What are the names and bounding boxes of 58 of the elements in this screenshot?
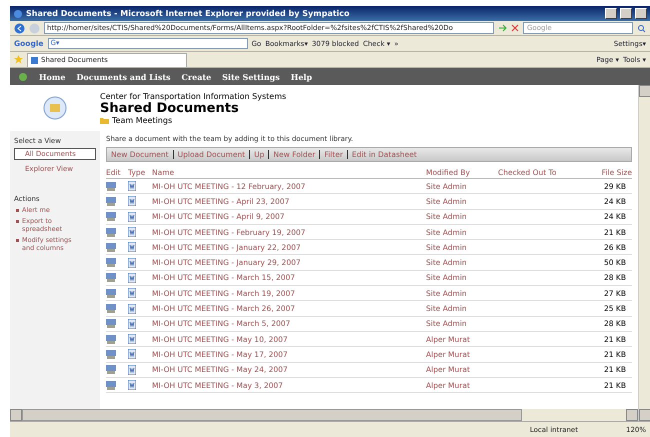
edit-icon[interactable]: [106, 258, 116, 268]
stop-icon[interactable]: [511, 24, 519, 32]
word-document-icon[interactable]: [128, 318, 136, 329]
edit-icon[interactable]: [106, 273, 116, 282]
close-button[interactable]: [635, 8, 647, 19]
star-icon[interactable]: [14, 55, 23, 64]
bullet-icon: [16, 220, 19, 223]
edit-icon[interactable]: [106, 228, 116, 237]
search-icon[interactable]: [637, 24, 646, 32]
word-document-icon[interactable]: [128, 212, 136, 222]
word-document-icon[interactable]: [128, 272, 136, 283]
nav-link[interactable]: Help: [290, 72, 312, 82]
site-name: Center for Transportation Information Systems: [100, 92, 286, 100]
word-document-icon[interactable]: [128, 196, 136, 206]
word-document-icon[interactable]: [128, 364, 136, 375]
nav-link[interactable]: Create: [182, 72, 212, 82]
folder-icon: [100, 116, 109, 124]
edit-icon[interactable]: [106, 212, 116, 222]
word-document-icon[interactable]: [128, 242, 136, 252]
refresh-icon[interactable]: [498, 24, 507, 32]
page-title: Shared Documents: [100, 100, 240, 116]
nav-link[interactable]: Documents and Lists: [76, 72, 171, 82]
word-document-icon[interactable]: [128, 349, 136, 360]
scroll-down-button[interactable]: [639, 409, 650, 421]
edit-icon[interactable]: [106, 350, 116, 359]
edit-icon[interactable]: [106, 304, 116, 314]
browser-logo-icon: [13, 8, 23, 18]
restore-button[interactable]: [620, 8, 632, 19]
bullet-icon: [16, 239, 19, 242]
folder-breadcrumb[interactable]: Team Meetings: [100, 116, 286, 124]
scrollbar-thumb[interactable]: [22, 409, 522, 421]
edit-icon[interactable]: [106, 182, 116, 191]
nav-link[interactable]: Site Settings: [222, 72, 280, 82]
site-logo-icon: [18, 72, 28, 82]
library-icon: [43, 96, 67, 120]
edit-icon[interactable]: [106, 365, 116, 374]
scroll-left-button[interactable]: [10, 409, 22, 421]
edit-icon[interactable]: [106, 334, 116, 344]
word-document-icon[interactable]: [128, 181, 136, 192]
window-title: Shared Documents - Microsoft Internet Explorer provided by Sympatico: [26, 9, 351, 18]
scroll-up-button[interactable]: [639, 85, 650, 97]
word-document-icon[interactable]: [128, 258, 136, 268]
minimize-button[interactable]: [605, 8, 617, 19]
nav-link[interactable]: Home: [39, 72, 66, 82]
word-document-icon[interactable]: [128, 227, 136, 238]
word-document-icon[interactable]: [128, 380, 136, 390]
scroll-right-button[interactable]: [626, 409, 638, 421]
back-icon[interactable]: [14, 22, 25, 34]
edit-icon[interactable]: [106, 288, 116, 298]
page-icon: [31, 56, 38, 64]
bullet-icon: [16, 209, 19, 212]
word-document-icon[interactable]: [128, 304, 136, 314]
word-document-icon[interactable]: [128, 334, 136, 344]
edit-icon[interactable]: [106, 319, 116, 328]
edit-icon[interactable]: [106, 242, 116, 252]
word-document-icon[interactable]: [128, 288, 136, 298]
edit-icon[interactable]: [106, 380, 116, 390]
edit-icon[interactable]: [106, 196, 116, 206]
